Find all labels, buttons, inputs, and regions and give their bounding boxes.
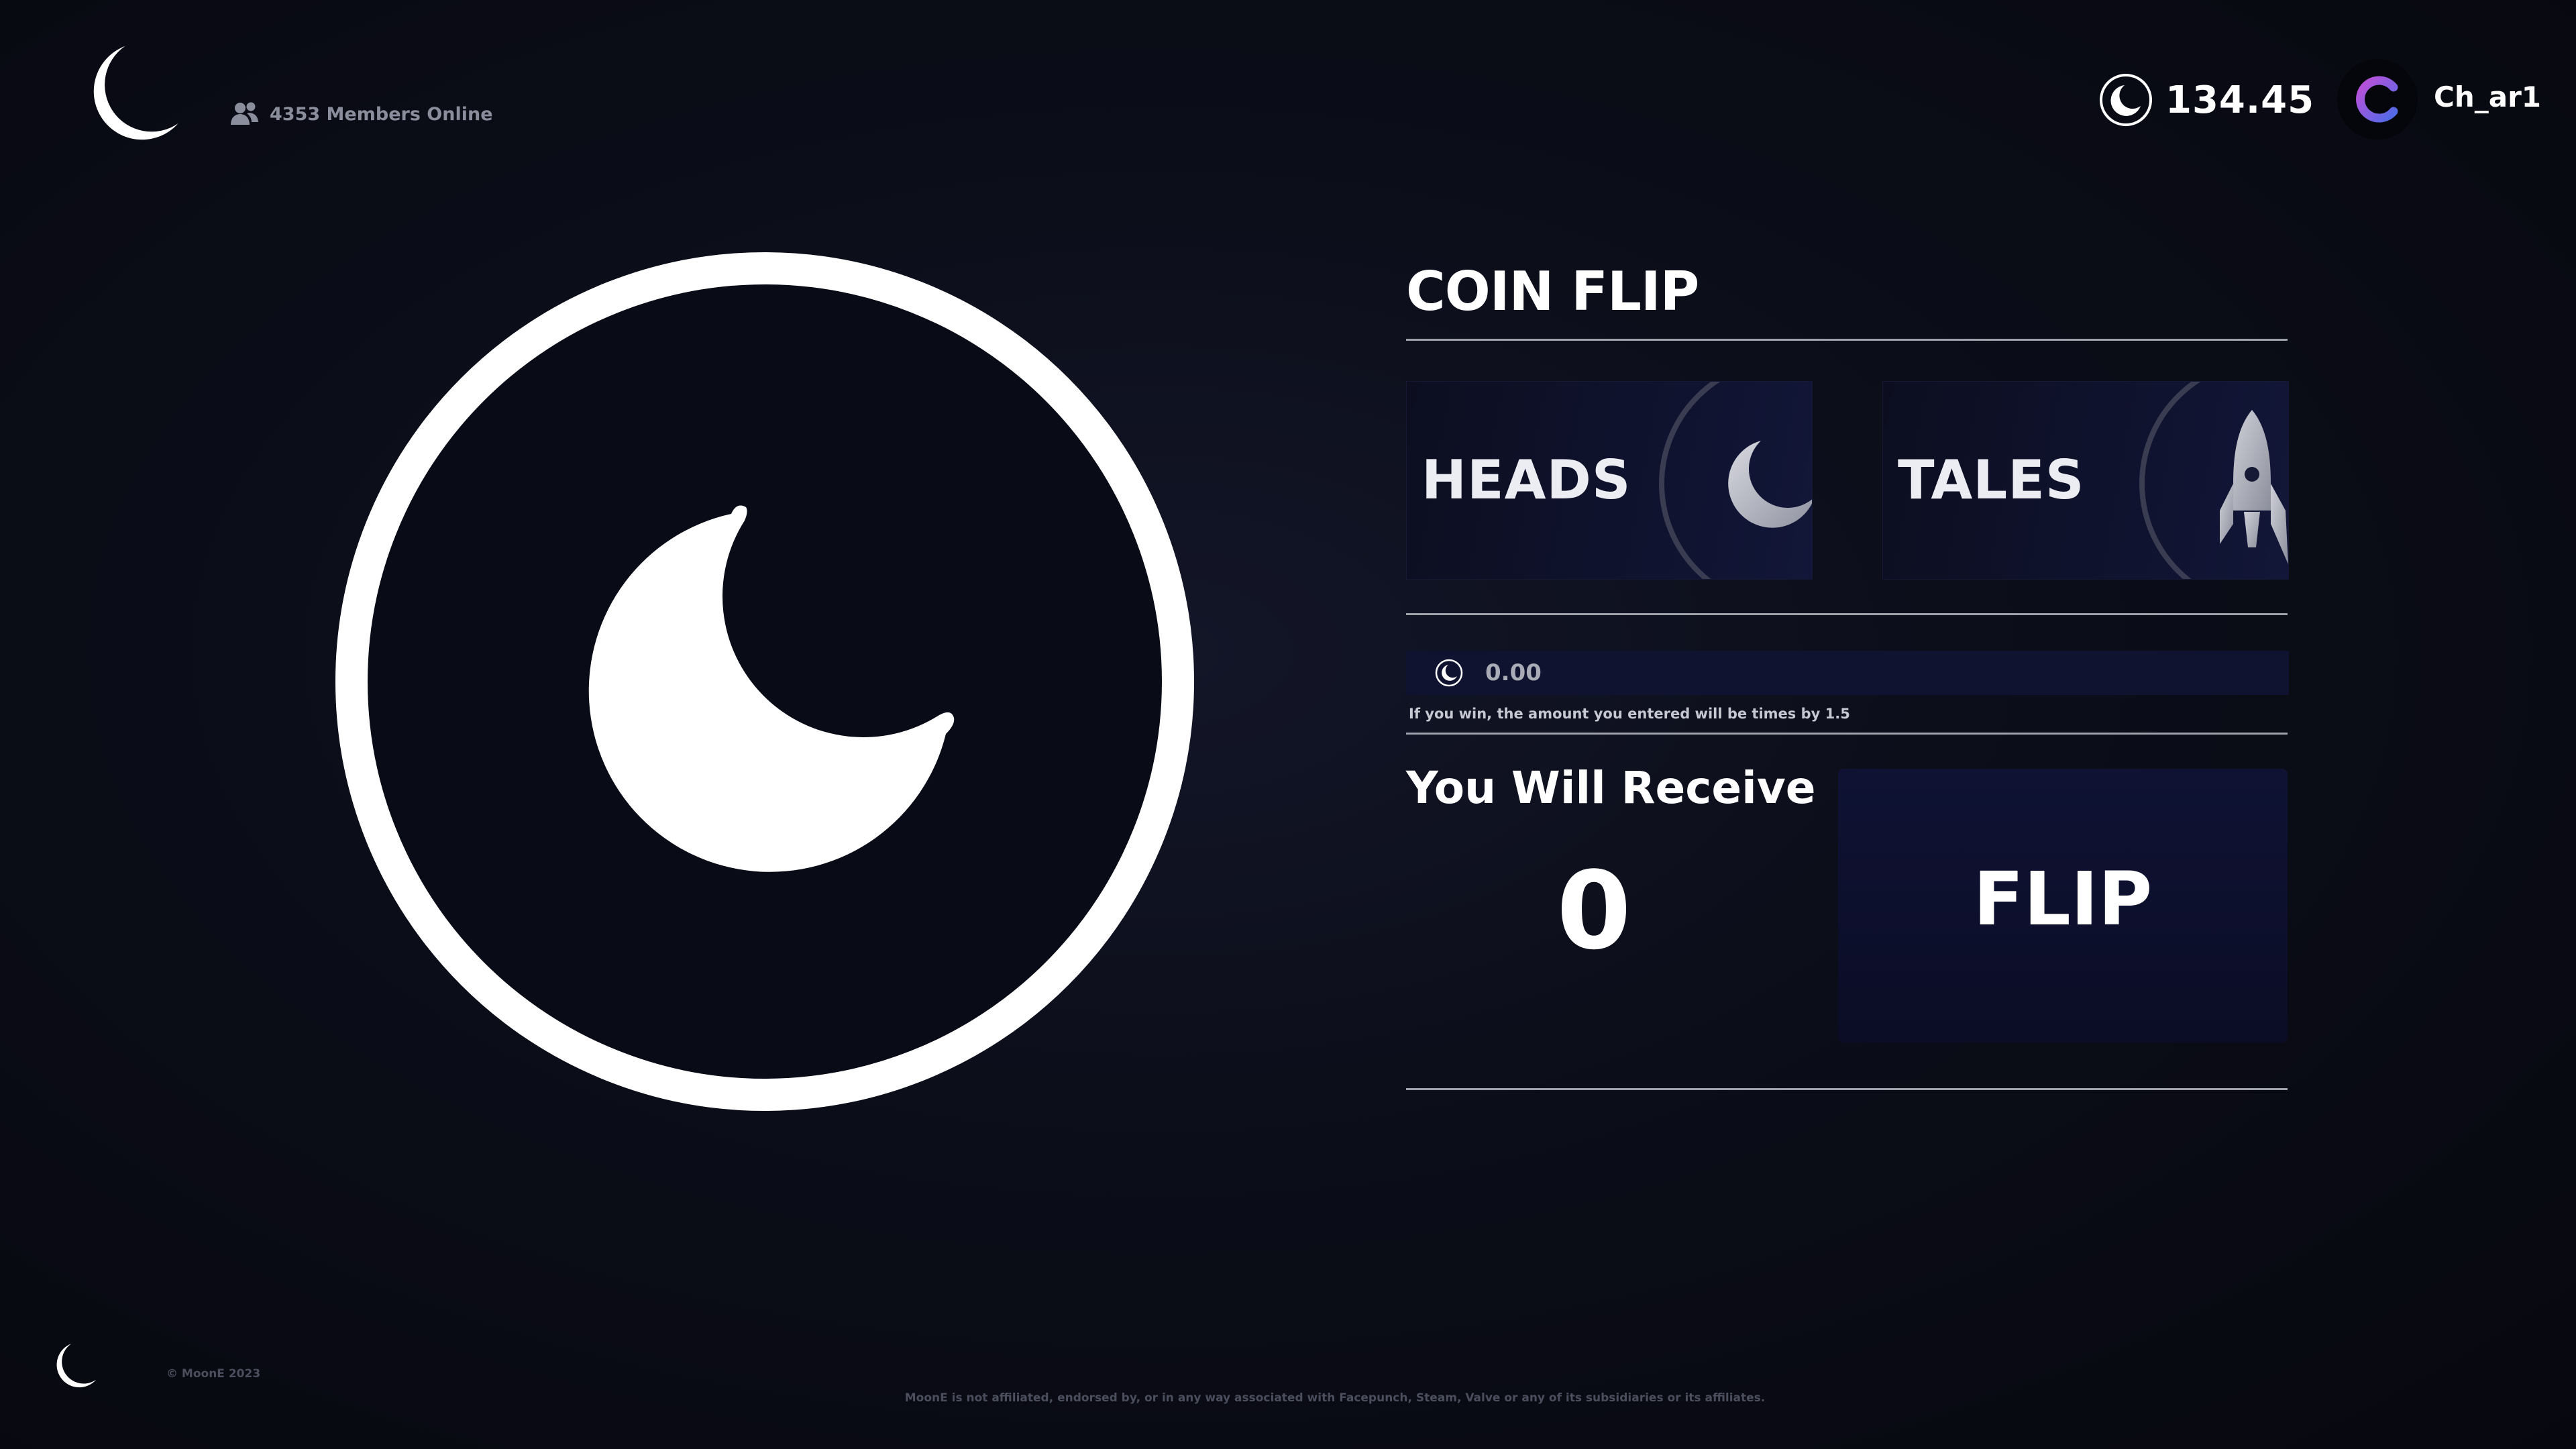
members-online: 4353 Members Online <box>231 101 493 127</box>
divider <box>1406 1088 2288 1090</box>
moon-coin-icon <box>2098 72 2153 127</box>
tales-label: TALES <box>1898 449 2085 511</box>
payout-hint: If you win, the amount you entered will … <box>1409 706 1850 722</box>
user-profile[interactable]: Ch_ar1 <box>2337 59 2541 140</box>
heads-option[interactable]: HEADS <box>1406 381 1813 580</box>
moon-icon <box>1714 431 1812 539</box>
flip-button-label: FLIP <box>1973 856 2153 942</box>
receive-label: You Will Receive <box>1406 762 1816 814</box>
username: Ch_ar1 <box>2434 80 2542 113</box>
rocket-icon <box>2218 410 2288 564</box>
tales-option[interactable]: TALES <box>1882 381 2289 580</box>
avatar-c-icon <box>2356 76 2398 123</box>
balance: 134.45 <box>2098 72 2314 127</box>
disclaimer: MoonE is not affiliated, endorsed by, or… <box>904 1391 1766 1405</box>
copyright: © MoonE 2023 <box>166 1367 261 1381</box>
members-online-text: 4353 Members Online <box>270 103 493 125</box>
footer-moon-icon[interactable] <box>44 1340 101 1397</box>
logo-moon-icon[interactable] <box>67 39 188 160</box>
divider <box>1406 733 2288 735</box>
divider <box>1406 339 2288 341</box>
balance-amount: 134.45 <box>2165 78 2315 122</box>
users-icon <box>231 101 259 127</box>
divider <box>1406 613 2288 615</box>
flip-button[interactable]: FLIP <box>1838 769 2288 1042</box>
amount-input-bar[interactable] <box>1406 651 2289 695</box>
avatar[interactable] <box>2337 59 2418 140</box>
coin-display <box>335 252 1194 1111</box>
page-title: COIN FLIP <box>1406 260 1699 323</box>
moon-coin-icon <box>1434 658 1464 688</box>
receive-value: 0 <box>1556 848 1631 973</box>
heads-label: HEADS <box>1421 449 1631 511</box>
amount-input[interactable] <box>1485 659 2089 686</box>
